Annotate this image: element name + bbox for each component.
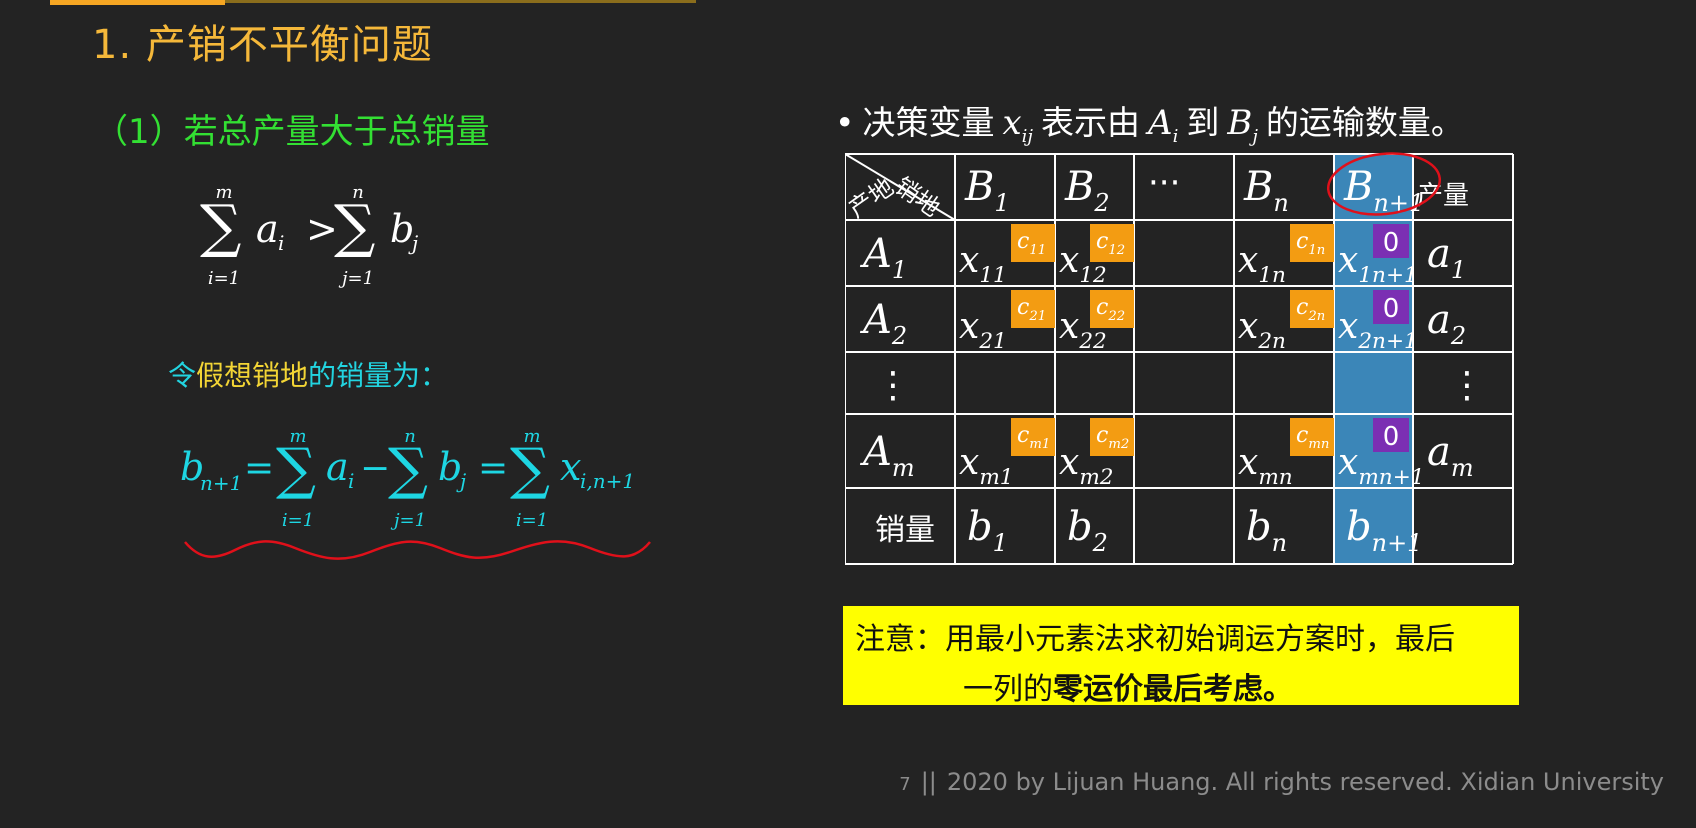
page-number: 7 <box>899 774 911 795</box>
cell-x-3-3: xmn <box>1238 442 1293 490</box>
row-label-0: A1 <box>859 231 907 284</box>
bullet-text-mid2: 到 <box>1186 103 1220 142</box>
var-x-sub: ij <box>1021 126 1033 147</box>
corner-top-label: 销地 <box>890 172 945 222</box>
svg-text:=: = <box>244 448 274 489</box>
demand-0: b1 <box>967 504 1008 557</box>
top-accent-line <box>50 0 696 5</box>
note-line2-prefix: 一列的 <box>963 672 1053 707</box>
svg-text:∑: ∑ <box>510 437 550 502</box>
col-header-ellipsis: ··· <box>1148 163 1180 203</box>
footer-separator: || <box>920 768 937 796</box>
let-text: 令 <box>168 359 197 392</box>
cell-x-0-0: x11 <box>959 240 1007 288</box>
svg-text:j=1: j=1 <box>338 268 374 289</box>
svg-text:a: a <box>256 207 279 251</box>
supply-0: a1 <box>1427 231 1466 284</box>
col-header-1: B2 <box>1064 164 1110 217</box>
cell-x-0-3: x1n <box>1238 240 1286 288</box>
section-subtitle: （1）若总产量大于总销量 <box>94 112 490 152</box>
zero-cost-1: 0 <box>1383 294 1400 324</box>
var-x: x <box>1002 103 1022 143</box>
dummy-demand-formula: b n+1 = m ∑ i=1 a i − n ∑ j=1 b j = m ∑ … <box>180 426 650 538</box>
svg-text:∑: ∑ <box>334 192 375 260</box>
cell-x-3-0: xm1 <box>959 442 1014 490</box>
note-line2-bold: 零运价最后考虑。 <box>1053 672 1293 707</box>
red-underline-annotation <box>180 530 660 570</box>
svg-text:i=1: i=1 <box>282 510 314 531</box>
top-accent-highlight <box>50 0 225 5</box>
svg-text:=: = <box>478 448 508 489</box>
svg-text:∑: ∑ <box>276 437 316 502</box>
demand-3: bn <box>1246 504 1287 557</box>
dummy-destination-text: 假想销地 <box>196 359 309 392</box>
supply-3: am <box>1427 429 1474 482</box>
col-header-0: B1 <box>964 164 1010 217</box>
footer: 7 || 2020 by Lijuan Huang. All rights re… <box>899 768 1664 796</box>
bullet-text-post: 的运输数量。 <box>1265 103 1464 142</box>
note-label: 注意： <box>855 622 945 657</box>
svg-text:i=1: i=1 <box>516 510 548 531</box>
var-a: A <box>1148 103 1173 143</box>
bullet-dot: • <box>835 103 855 142</box>
col-header-3: Bn <box>1243 164 1289 217</box>
copyright-text: 2020 by Lijuan Huang. All rights reserve… <box>946 768 1664 796</box>
svg-text:n+1: n+1 <box>200 471 242 495</box>
demand-1: b2 <box>1067 504 1108 557</box>
svg-text:b: b <box>390 207 414 251</box>
decision-variable-bullet: • 决策变量 xij 表示由 Ai 到 Bj 的运输数量。 <box>835 96 1464 147</box>
row-label-1: A2 <box>859 297 907 350</box>
cell-x-1-0: x21 <box>959 306 1007 354</box>
svg-text:b: b <box>438 445 462 489</box>
svg-text:i=1: i=1 <box>208 268 240 289</box>
inequality-formula: m ∑ i=1 a i > n ∑ j=1 b j <box>200 180 460 290</box>
demand-label: 销量 <box>875 513 935 548</box>
var-b-sub: j <box>1252 126 1258 147</box>
svg-text:∑: ∑ <box>200 192 241 260</box>
transport-table-svg: 销地产地 B1 B2··· Bn Bn+1产量A1 x11c11 x12c12 x1nc1n x… <box>843 152 1514 565</box>
svg-text:a: a <box>326 445 349 489</box>
slide-title: 1. 产销不平衡问题 <box>92 22 433 68</box>
svg-text:i: i <box>348 469 354 493</box>
supply-1: a2 <box>1427 297 1466 350</box>
sales-is-text: 的销量为： <box>308 359 449 392</box>
supply-ellipsis: ⋮ <box>1449 365 1485 406</box>
svg-text:j=1: j=1 <box>390 510 426 531</box>
dummy-destination-line: 令假想销地的销量为： <box>168 354 448 394</box>
bullet-text-mid1: 表示由 <box>1041 103 1140 142</box>
bullet-text-pre: 决策变量 <box>862 103 995 142</box>
note-line1: 用最小元素法求初始调运方案时，最后 <box>945 622 1455 657</box>
zero-cost-3: 0 <box>1383 422 1400 452</box>
svg-text:−: − <box>360 448 390 489</box>
zero-cost-0: 0 <box>1383 228 1400 258</box>
row-label-3: Am <box>859 429 915 482</box>
svg-text:x: x <box>560 445 581 489</box>
var-b: B <box>1227 103 1253 143</box>
svg-text:∑: ∑ <box>388 437 428 502</box>
row-label-ellipsis: ⋮ <box>875 365 911 406</box>
transport-table: 销地 产地 B1 B2 ··· Bn Bn+1 产量 A1 x11 c11 x12 c12 x1n c1n x… <box>843 152 1515 566</box>
var-a-sub: i <box>1172 126 1179 147</box>
svg-text:i: i <box>278 231 284 255</box>
svg-text:i,n+1: i,n+1 <box>580 469 635 493</box>
note-box: 注意： 用最小元素法求初始调运方案时，最后 一列的零运价最后考虑。 <box>843 606 1519 707</box>
cell-x-1-3: x2n <box>1238 306 1286 354</box>
col-header-supply: 产量 <box>1417 181 1469 211</box>
